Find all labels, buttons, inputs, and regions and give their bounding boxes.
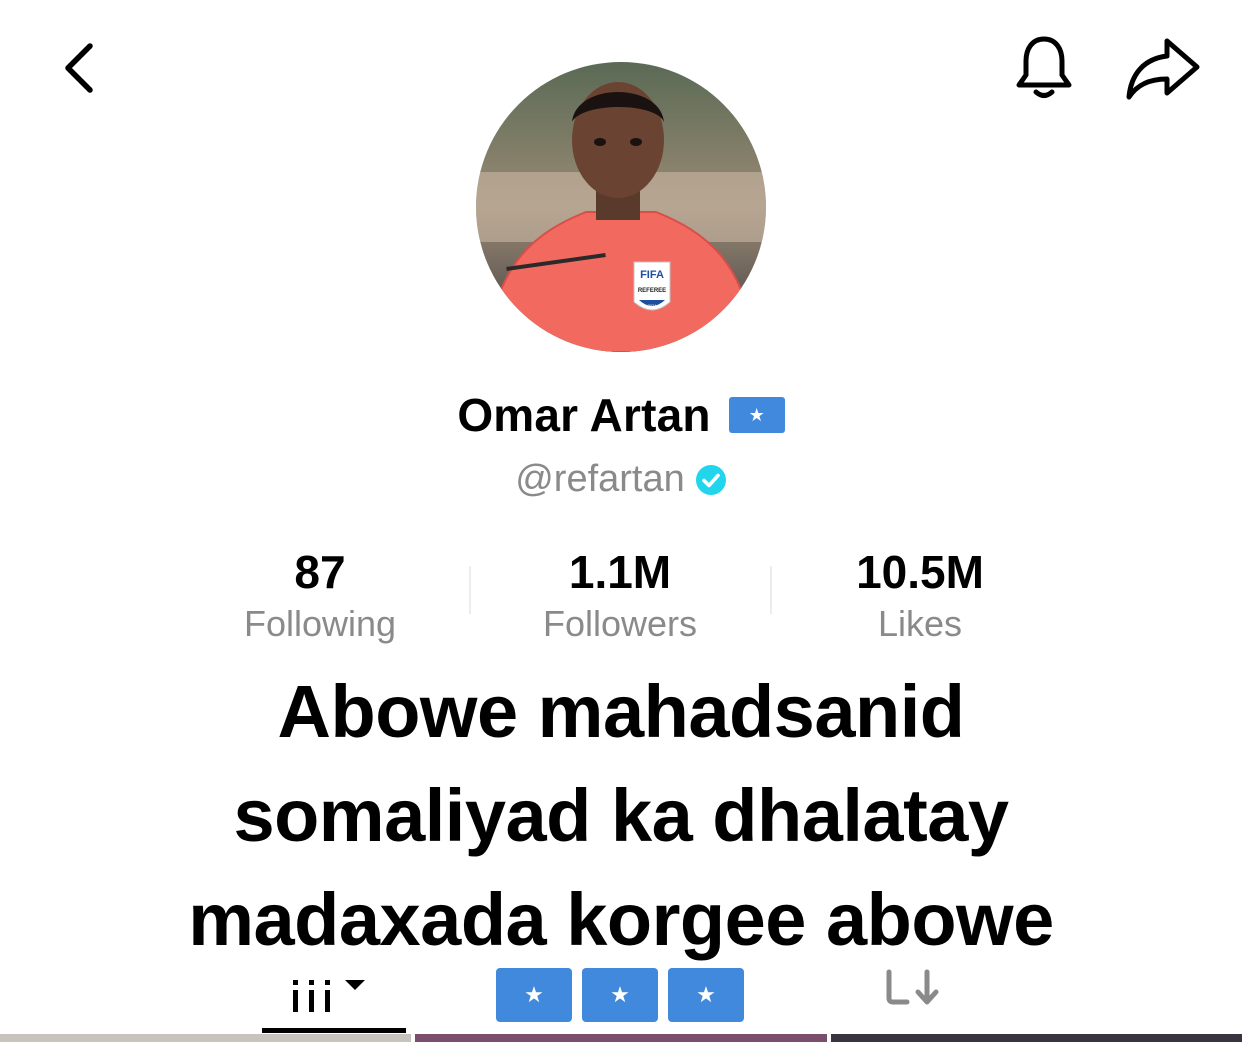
avatar[interactable]: FIFA REFEREE 2024 xyxy=(476,62,766,352)
somalia-flag-icon xyxy=(496,968,572,1022)
notifications-button[interactable] xyxy=(1008,32,1080,104)
avatar-badge-role: REFEREE xyxy=(638,288,666,294)
share-arrow-icon xyxy=(1126,38,1200,100)
repost-icon xyxy=(886,969,939,1005)
video-thumbnail[interactable] xyxy=(830,1034,1242,1042)
somalia-flag-icon xyxy=(582,968,658,1022)
likes-stat[interactable]: 10.5M Likes xyxy=(770,544,1070,648)
somalia-flag-icon xyxy=(668,968,744,1022)
followers-stat[interactable]: 1.1M Followers xyxy=(470,544,770,648)
back-button[interactable] xyxy=(48,36,108,100)
following-label: Following xyxy=(243,603,397,644)
caption-overlay: Abowe mahadsanid somaliyad ka dhalatay m… xyxy=(0,660,1242,972)
share-button[interactable] xyxy=(1120,32,1206,104)
username-handle: @refartan xyxy=(515,458,685,500)
grid-icon xyxy=(293,980,365,1012)
avatar-badge-brand: FIFA xyxy=(640,269,664,281)
bell-icon xyxy=(1016,36,1072,98)
caption-line: madaxada korgee abowe xyxy=(188,878,1054,961)
profile-name-row: Omar Artan xyxy=(0,388,1242,442)
tab-flags[interactable] xyxy=(496,968,746,1024)
display-name: Omar Artan xyxy=(457,389,711,441)
somalia-flag-icon xyxy=(728,397,785,433)
chevron-left-icon xyxy=(65,43,93,93)
active-tab-indicator xyxy=(262,1028,406,1033)
caption-line: somaliyad ka dhalatay xyxy=(233,774,1009,857)
following-count: 87 xyxy=(294,546,346,598)
caption-line: Abowe mahadsanid xyxy=(277,670,965,753)
followers-label: Followers xyxy=(542,603,698,644)
tab-videos[interactable] xyxy=(262,960,406,1032)
followers-count: 1.1M xyxy=(568,546,672,598)
likes-count: 10.5M xyxy=(856,546,984,598)
verified-badge-icon xyxy=(695,464,726,495)
following-stat[interactable]: 87 Following xyxy=(170,544,470,648)
video-grid xyxy=(0,1034,1242,1042)
avatar-badge-year: 2024 xyxy=(648,303,658,308)
video-thumbnail[interactable] xyxy=(415,1034,827,1042)
video-thumbnail[interactable] xyxy=(0,1034,412,1042)
likes-label: Likes xyxy=(877,603,963,644)
tab-reposts[interactable] xyxy=(878,960,948,1016)
handle-row: @refartan xyxy=(0,458,1242,501)
